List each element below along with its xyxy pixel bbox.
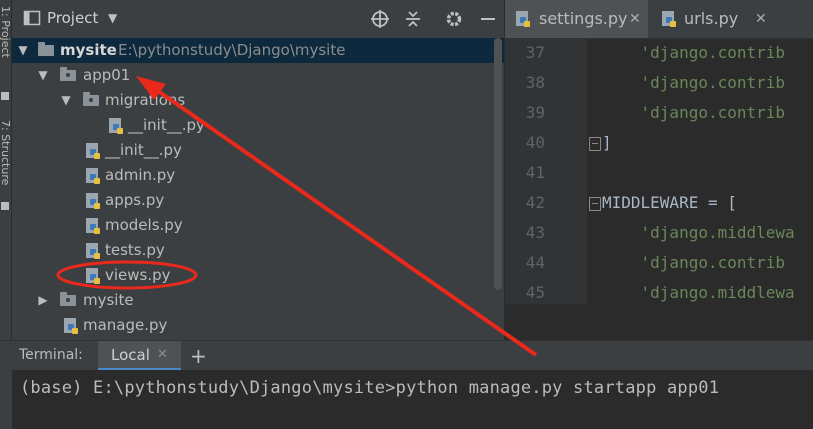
tree-item-manage[interactable]: manage.py bbox=[12, 313, 504, 338]
tree-item-label: admin.py bbox=[105, 166, 176, 184]
terminal-tab-bar: Terminal: Local ✕ + bbox=[0, 340, 813, 371]
terminal-title: Terminal: bbox=[19, 347, 83, 363]
collapse-all-icon[interactable] bbox=[403, 9, 423, 29]
tree-scrollbar[interactable] bbox=[494, 38, 502, 290]
tree-item-label: apps.py bbox=[105, 191, 165, 209]
project-panel: Project ▼ ▼ mysite E:\pythonstudy\Django… bbox=[12, 0, 504, 340]
close-icon[interactable]: ✕ bbox=[157, 347, 168, 362]
python-file-icon bbox=[86, 218, 100, 234]
add-icon[interactable]: + bbox=[190, 344, 207, 368]
chevron-down-icon[interactable]: ▼ bbox=[108, 11, 117, 25]
project-panel-title[interactable]: Project bbox=[47, 9, 98, 27]
collapse-arrow-icon[interactable]: ▶ bbox=[36, 288, 50, 313]
tab-label: Local bbox=[111, 346, 150, 364]
tree-item-apps[interactable]: apps.py bbox=[12, 188, 504, 213]
code-line[interactable]: 'django.contrib bbox=[602, 38, 786, 68]
project-view-icon bbox=[22, 9, 42, 29]
line-number: 37 bbox=[525, 43, 545, 62]
tab-urls-py[interactable]: urls.py ✕ bbox=[650, 0, 813, 38]
tree-item-label: manage.py bbox=[83, 316, 168, 334]
close-icon[interactable]: ✕ bbox=[755, 0, 767, 38]
tree-item-app01-init[interactable]: __init__.py bbox=[12, 138, 504, 163]
line-number: 44 bbox=[525, 253, 545, 272]
tree-item-tests[interactable]: tests.py bbox=[12, 238, 504, 263]
tree-item-mysite-package[interactable]: ▶ mysite bbox=[12, 288, 504, 313]
python-file-icon bbox=[86, 143, 100, 159]
code-line[interactable]: 'django.contrib bbox=[602, 68, 786, 98]
minimize-icon[interactable] bbox=[478, 9, 498, 29]
package-folder-icon bbox=[60, 292, 76, 306]
python-file-icon bbox=[109, 118, 123, 134]
terminal-command-line: (base) E:\pythonstudy\Django\mysite>pyth… bbox=[20, 378, 720, 398]
tree-item-label: __init__.py bbox=[128, 116, 205, 134]
line-number: 43 bbox=[525, 223, 545, 242]
code-line[interactable]: 'django.contrib bbox=[602, 248, 786, 278]
python-file-icon bbox=[516, 11, 530, 27]
tree-item-label: mysite bbox=[83, 291, 134, 309]
gear-icon[interactable] bbox=[444, 9, 464, 29]
code-line[interactable]: ] bbox=[602, 128, 612, 158]
tree-item-label: __init__.py bbox=[105, 141, 182, 159]
python-file-icon bbox=[662, 11, 676, 27]
expand-arrow-icon[interactable]: ▼ bbox=[36, 63, 50, 88]
tree-item-label: models.py bbox=[105, 216, 183, 234]
tree-item-label: app01 bbox=[83, 66, 131, 84]
tree-item-label: tests.py bbox=[105, 241, 165, 259]
package-folder-icon bbox=[60, 67, 76, 81]
terminal-output[interactable]: (base) E:\pythonstudy\Django\mysite>pyth… bbox=[0, 370, 813, 429]
tree-item-label: migrations bbox=[105, 91, 186, 109]
tree-item-views[interactable]: views.py bbox=[12, 263, 504, 288]
structure-tool-icon bbox=[1, 202, 9, 210]
python-file-icon bbox=[86, 243, 100, 259]
line-number: 39 bbox=[525, 103, 545, 122]
tree-item-migrations[interactable]: ▼ migrations bbox=[12, 88, 504, 113]
python-file-icon bbox=[86, 193, 100, 209]
python-file-icon bbox=[64, 318, 78, 334]
line-number: 40 bbox=[525, 133, 545, 152]
tree-item-mysite-root[interactable]: ▼ mysite E:\pythonstudy\Django\mysite bbox=[12, 38, 504, 63]
project-tool-tab[interactable]: 1: Project bbox=[0, 6, 12, 58]
tree-item-label: views.py bbox=[105, 266, 171, 284]
python-file-icon bbox=[86, 268, 100, 284]
tab-label: settings.py bbox=[539, 9, 628, 28]
tree-item-models[interactable]: models.py bbox=[12, 213, 504, 238]
code-line[interactable]: 'django.contrib bbox=[602, 98, 786, 128]
line-number: 41 bbox=[525, 163, 545, 182]
tab-label: urls.py bbox=[684, 9, 739, 28]
project-panel-header: Project ▼ bbox=[12, 0, 504, 39]
structure-tool-tab[interactable]: 7: Structure bbox=[0, 120, 12, 185]
tab-terminal-local[interactable]: Local ✕ bbox=[98, 341, 181, 371]
expand-arrow-icon[interactable]: ▼ bbox=[59, 88, 73, 113]
tool-window-strip: 1: Project 7: Structure bbox=[0, 0, 12, 340]
tree-item-migrations-init[interactable]: __init__.py bbox=[12, 113, 504, 138]
code-editor: settings.py ✕ urls.py ✕ 37 'django.contr… bbox=[505, 0, 813, 340]
project-tool-icon bbox=[1, 92, 9, 100]
line-number: 42 bbox=[525, 193, 545, 212]
close-icon[interactable]: ✕ bbox=[629, 0, 641, 38]
tree-item-path: E:\pythonstudy\Django\mysite bbox=[118, 41, 346, 59]
expand-arrow-icon[interactable]: ▼ bbox=[16, 38, 30, 63]
code-line[interactable]: MIDDLEWARE = [ bbox=[602, 188, 737, 218]
tab-settings-py[interactable]: settings.py ✕ bbox=[505, 0, 648, 38]
fold-marker-icon[interactable] bbox=[589, 137, 601, 151]
python-file-icon bbox=[86, 168, 100, 184]
editor-tab-bar: settings.py ✕ urls.py ✕ bbox=[505, 0, 813, 39]
line-number: 38 bbox=[525, 73, 545, 92]
package-folder-icon bbox=[83, 92, 99, 106]
code-line[interactable]: 'django.middlewa bbox=[602, 218, 795, 248]
folder-icon bbox=[38, 42, 54, 56]
editor-bottom-area bbox=[505, 304, 813, 340]
tree-item-app01[interactable]: ▼ app01 bbox=[12, 63, 504, 88]
crosshair-icon[interactable] bbox=[370, 9, 390, 29]
fold-marker-icon[interactable] bbox=[589, 197, 601, 211]
tree-item-admin[interactable]: admin.py bbox=[12, 163, 504, 188]
tree-item-label: mysite bbox=[60, 41, 117, 59]
